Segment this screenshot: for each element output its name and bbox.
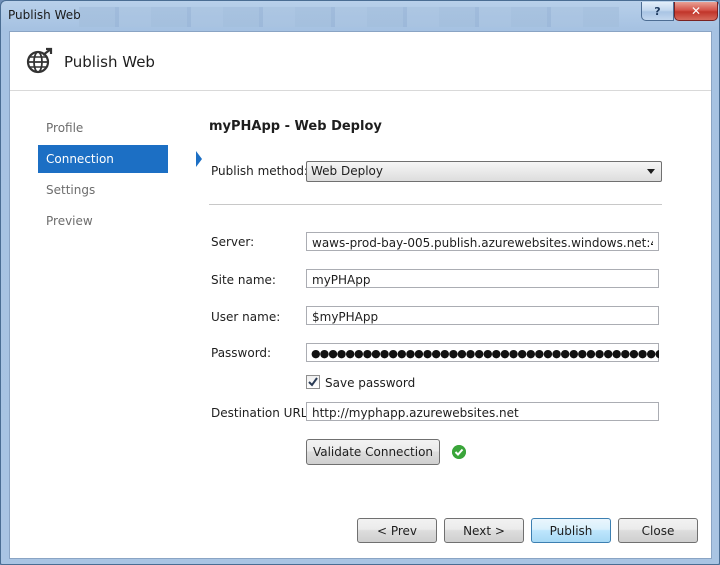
publish-method-value: Web Deploy <box>311 164 383 178</box>
globe-publish-icon <box>26 47 53 74</box>
password-mask: ●●●●●●●●●●●●●●●●●●●●●●●●●●●●●●●●●●●●●●●●… <box>311 347 659 360</box>
success-check-icon <box>452 445 466 459</box>
close-icon: ✕ <box>690 4 702 18</box>
nav-item-profile[interactable]: Profile <box>38 114 176 142</box>
nav-item-settings[interactable]: Settings <box>38 176 176 204</box>
server-input[interactable] <box>306 232 659 251</box>
header-title: Publish Web <box>64 53 155 71</box>
window-title: Publish Web <box>8 8 81 22</box>
chevron-down-icon <box>647 169 655 174</box>
nav-item-connection[interactable]: Connection <box>38 145 202 173</box>
save-password-label: Save password <box>325 376 416 390</box>
password-label: Password: <box>211 346 272 360</box>
destination-url-input[interactable] <box>306 402 659 421</box>
publish-web-dialog: Publish Web ? ✕ Publish Web Profile Conn… <box>0 0 720 565</box>
dialog-body: Profile Connection Settings Preview myPH… <box>10 91 711 558</box>
nav-item-preview[interactable]: Preview <box>38 207 176 235</box>
divider <box>209 204 662 205</box>
site-name-label: Site name: <box>211 273 276 287</box>
validate-connection-button[interactable]: Validate Connection <box>306 439 440 465</box>
close-button[interactable]: Close <box>618 518 698 543</box>
dialog-content: Publish Web Profile Connection Settings … <box>9 31 712 559</box>
server-label: Server: <box>211 235 255 249</box>
page-title: myPHApp - Web Deploy <box>209 119 382 134</box>
publish-button[interactable]: Publish <box>531 518 611 543</box>
prev-button[interactable]: < Prev <box>357 518 437 543</box>
save-password-checkbox[interactable] <box>306 375 320 389</box>
help-icon: ? <box>654 4 661 18</box>
title-bar[interactable]: Publish Web ? ✕ <box>1 1 719 31</box>
publish-method-select[interactable]: Web Deploy <box>306 161 662 182</box>
site-name-input[interactable] <box>306 269 659 288</box>
title-bar-background <box>79 7 619 27</box>
active-indicator-arrow <box>196 151 202 167</box>
destination-url-label: Destination URL: <box>211 406 312 420</box>
publish-method-label: Publish method: <box>211 164 308 178</box>
window-close-button[interactable]: ✕ <box>674 2 718 21</box>
nav-item-label: Preview <box>46 214 93 228</box>
checkmark-icon <box>308 377 318 387</box>
nav-item-label: Connection <box>46 152 114 166</box>
dialog-header: Publish Web <box>10 32 711 91</box>
help-button[interactable]: ? <box>641 2 674 21</box>
user-name-label: User name: <box>211 310 281 324</box>
nav-item-label: Settings <box>46 183 96 197</box>
user-name-input[interactable] <box>306 306 659 325</box>
nav-item-label: Profile <box>46 121 84 135</box>
next-button[interactable]: Next > <box>444 518 524 543</box>
